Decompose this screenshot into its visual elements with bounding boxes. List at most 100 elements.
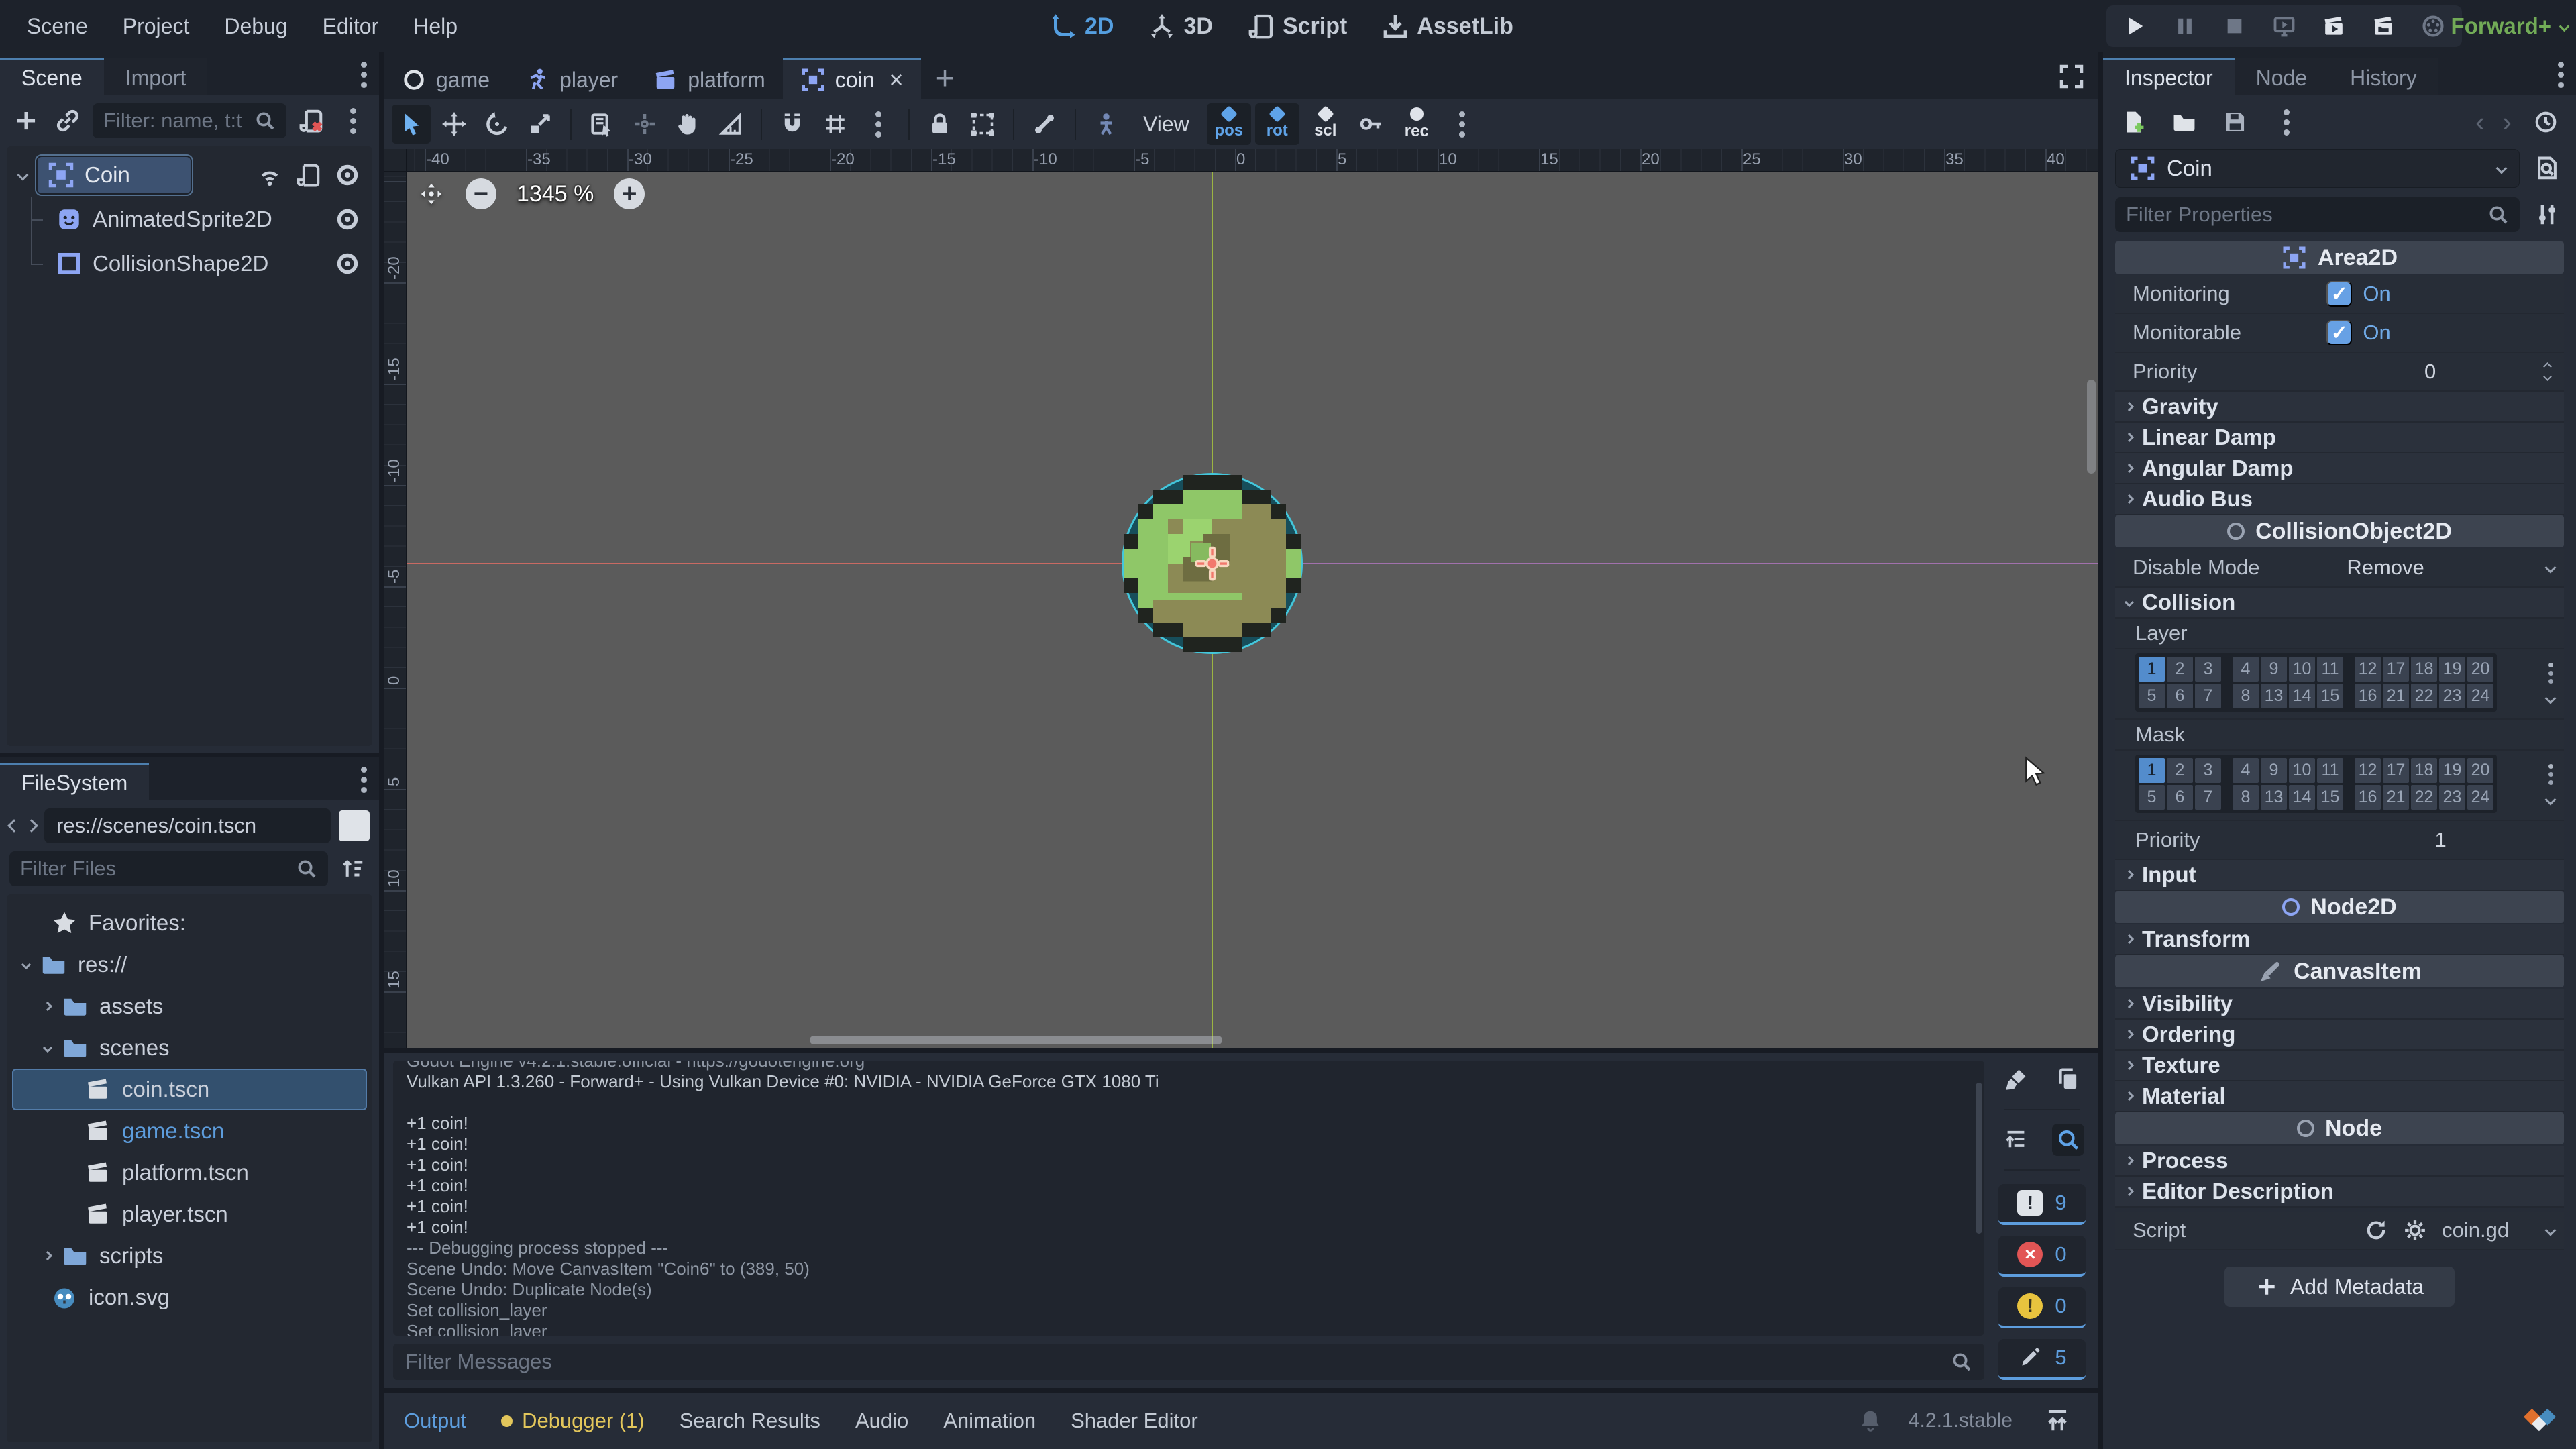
nav-back-button[interactable] [9,821,19,830]
category-node2d[interactable]: Node2D [2115,891,2564,923]
zoom-in-button[interactable]: + [614,178,645,209]
property-group[interactable]: Texture [2115,1051,2564,1081]
collision-layer-cell[interactable]: 12 [2355,657,2381,682]
dots-icon[interactable] [2548,663,2553,667]
collision-mask-cell[interactable]: 1 [2139,758,2165,783]
collision-layer-cell[interactable]: 23 [2439,684,2465,708]
collision-mask-cell[interactable]: 20 [2467,758,2493,783]
tree-node-collisionshape2d[interactable]: CollisionShape2D [12,241,367,286]
tab-inspector[interactable]: Inspector [2103,58,2235,95]
ik-chain-button[interactable] [1087,105,1126,144]
vertical-scrollbar[interactable] [2087,380,2096,474]
collision-layer-cell[interactable]: 17 [2383,657,2409,682]
distraction-free-button[interactable] [2058,63,2085,90]
property-group[interactable]: Visibility [2115,989,2564,1020]
collision-mask-cell[interactable]: 7 [2195,785,2221,810]
collision-layer-cell[interactable]: 7 [2195,684,2221,708]
scene-tab-game[interactable]: game [384,58,507,99]
select-mode-button[interactable] [392,105,431,144]
visibility-icon[interactable] [335,207,360,232]
property-group[interactable]: Audio Bus [2115,484,2564,515]
scene-tab-platform[interactable]: platform [635,58,783,99]
collision-mask-cell[interactable]: 4 [2233,758,2259,783]
collision-mask-cell[interactable]: 22 [2411,785,2437,810]
chevron-down-icon[interactable] [2545,693,2557,704]
monitorable-checkbox[interactable]: ✓ [2326,320,2352,345]
editor-messages-toggle[interactable]: 5 [1998,1339,2086,1380]
tab-filesystem[interactable]: FileSystem [0,763,149,800]
open-docs-button[interactable] [2530,151,2564,186]
fs-favorites[interactable]: Favorites: [12,902,367,944]
gear-icon[interactable] [2403,1218,2427,1242]
bottom-tab-search-results[interactable]: Search Results [680,1409,820,1433]
pivot-mode-button[interactable] [625,105,664,144]
disable-mode-dropdown[interactable]: Remove [2326,555,2555,580]
grid-snap-button[interactable] [816,105,855,144]
collision-mask-cell[interactable]: 8 [2233,785,2259,810]
expand-icon[interactable] [43,1251,52,1260]
category-canvasitem[interactable]: CanvasItem [2115,955,2564,987]
nav-forward-button[interactable] [27,821,36,830]
group-transform[interactable]: Transform [2115,924,2564,955]
collision-mask-cell[interactable]: 10 [2289,758,2315,783]
lock-selected-button[interactable] [920,105,959,144]
collision-mask-cell[interactable]: 5 [2139,785,2165,810]
fs-icon-svg[interactable]: icon.svg [12,1277,367,1318]
sort-files-button[interactable] [336,851,370,886]
resource-options-button[interactable] [2269,105,2303,140]
rotate-mode-button[interactable] [478,105,517,144]
list-select-button[interactable] [582,105,621,144]
bottom-tab-audio[interactable]: Audio [855,1409,908,1433]
object-history-button[interactable] [2529,105,2563,140]
fs-scenes[interactable]: scenes [12,1027,367,1069]
fs-root[interactable]: res:// [12,944,367,985]
collision-mask-cell[interactable]: 11 [2317,758,2343,783]
play-remote-debug-button[interactable] [2269,11,2300,42]
signals-icon[interactable] [257,162,282,188]
expand-icon[interactable] [43,1002,52,1011]
smart-snap-button[interactable] [773,105,812,144]
collision-layer-cell[interactable]: 8 [2233,684,2259,708]
detach-script-button[interactable] [294,103,328,138]
tree-node-coin[interactable]: Coin [12,153,367,197]
errors-toggle[interactable]: ×0 [1998,1236,2086,1277]
collision-layer-cell[interactable]: 22 [2411,684,2437,708]
collision-layer-cell[interactable]: 16 [2355,684,2381,708]
instance-scene-button[interactable] [51,103,85,138]
collision-layer-cell[interactable]: 19 [2439,657,2465,682]
visibility-icon[interactable] [335,162,360,188]
property-group[interactable]: Process [2115,1146,2564,1177]
fs-scripts[interactable]: scripts [12,1235,367,1277]
scene-tab-coin[interactable]: coin× [783,58,921,99]
bottom-tab-animation[interactable]: Animation [943,1409,1036,1433]
zoom-level[interactable]: 1345 % [517,181,594,207]
collision-mask-cell[interactable]: 18 [2411,758,2437,783]
category-collisionobject2d[interactable]: CollisionObject2D [2115,515,2564,547]
copy-output-button[interactable] [2052,1063,2084,1095]
inspector-tools-button[interactable] [2530,197,2564,232]
anim-key-scl-button[interactable]: scl [1303,103,1348,145]
tab-script[interactable]: Script [1248,13,1347,40]
menu-item[interactable]: Project [107,7,206,46]
tab-scene[interactable]: Scene [0,58,104,95]
spinner-arrows[interactable] [2544,364,2555,380]
property-filter-input[interactable] [2126,203,2487,227]
renderer-selector[interactable]: Forward+ [2451,0,2568,52]
collision-layer-cell[interactable]: 15 [2317,684,2343,708]
tab-import[interactable]: Import [104,58,208,95]
menu-item[interactable]: Debug [208,7,303,46]
collision-mask-cell[interactable]: 19 [2439,758,2465,783]
history-forward-button[interactable]: › [2502,106,2512,138]
expand-bottom-panel-button[interactable] [2045,1408,2070,1434]
dots-icon[interactable] [2548,764,2553,769]
anim-key-rot-button[interactable]: rot [1255,103,1299,145]
clear-output-button[interactable] [2000,1063,2032,1095]
collision-mask-cell[interactable]: 9 [2261,758,2287,783]
collision-mask-cell[interactable]: 6 [2167,785,2193,810]
property-group[interactable]: Angular Damp [2115,453,2564,484]
center-view-button[interactable] [417,180,445,208]
collision-layer-cell[interactable]: 5 [2139,684,2165,708]
show-search-button[interactable] [2052,1124,2084,1156]
toggle-split-mode-button[interactable] [339,810,370,841]
collision-layer-cell[interactable]: 18 [2411,657,2437,682]
